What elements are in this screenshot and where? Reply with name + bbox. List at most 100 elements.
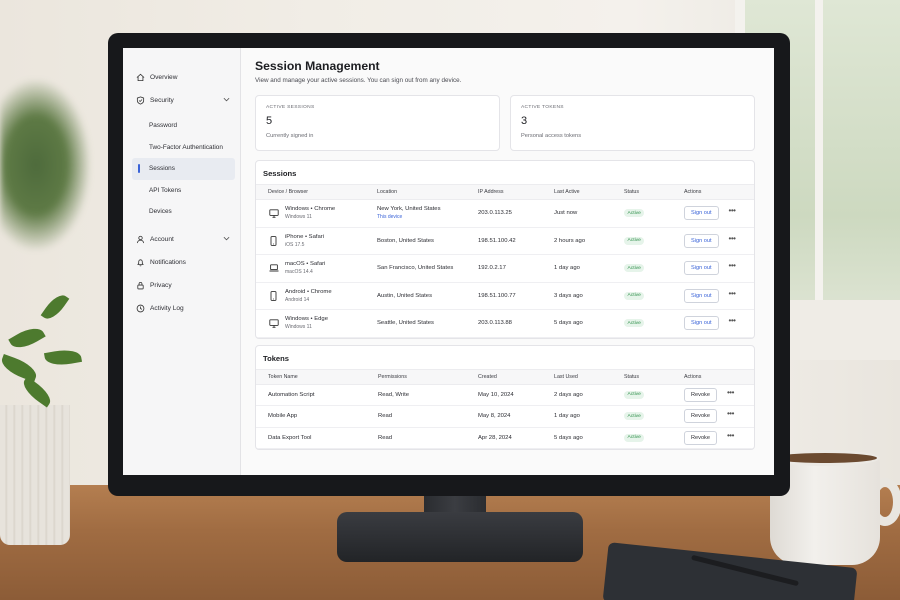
sidebar-subitem-sessions[interactable]: Sessions	[132, 158, 235, 180]
status-badge: Active	[624, 264, 645, 273]
table-row: Android • Chrome Android 14 Austin, United…	[256, 282, 754, 310]
status-cell: Active	[612, 254, 672, 283]
token-name-cell: Mobile App	[256, 405, 366, 428]
sidebar-subitem-devices[interactable]: Devices	[132, 201, 235, 223]
device-name: Windows • Edge	[285, 316, 328, 323]
more-options-icon[interactable]: •••	[727, 431, 734, 440]
sidebar-subitem-label: API Tokens	[149, 186, 182, 194]
last-used-cell: 1 day ago	[542, 405, 612, 428]
sessions-card: Sessions Device / Browser Location IP Ad…	[255, 160, 755, 339]
status-cell: Active	[612, 405, 672, 428]
sidebar-subitem-api-tokens[interactable]: API Tokens	[132, 180, 235, 202]
location-cell: Boston, United States	[365, 227, 466, 255]
token-name-cell: Automation Script	[256, 384, 366, 406]
more-options-icon[interactable]: •••	[729, 261, 736, 270]
shield-icon	[135, 96, 145, 106]
this-device-label: This device	[377, 214, 403, 221]
table-row: Automation Script Read, Write May 10, 2024…	[256, 384, 754, 406]
monitor-stand	[337, 512, 583, 562]
more-options-icon[interactable]: •••	[729, 206, 736, 215]
sessions-title: Sessions	[263, 169, 297, 178]
chevron-down-icon	[223, 236, 230, 243]
device-name: Android • Chrome	[285, 288, 332, 295]
device-cell: Android • Chrome Android 14	[256, 282, 365, 310]
home-icon	[135, 73, 145, 83]
sidebar-item-account[interactable]: Account	[123, 228, 240, 251]
more-options-icon[interactable]: •••	[729, 316, 736, 325]
plant-pot	[0, 405, 70, 545]
stats-row: ACTIVE SESSIONS 5 Currently signed in AC…	[255, 95, 755, 151]
laptop-icon	[268, 264, 279, 272]
table-row: Windows • Chrome Windows 11 New York, Unit…	[256, 199, 754, 228]
table-row: Data Export Tool Read Apr 28, 2024 5 days a…	[256, 427, 754, 449]
revoke-button[interactable]: Revoke	[684, 409, 717, 424]
location-cell: Seattle, United States	[365, 309, 466, 338]
location-text: New York, United States	[377, 206, 441, 213]
sidebar-item-label: Privacy	[150, 281, 172, 289]
sidebar-item-label: Security	[150, 97, 174, 104]
location-cell: Austin, United States	[365, 282, 466, 310]
ip-cell: 198.51.100.42	[466, 227, 542, 255]
table-row: Windows • Edge Windows 11 Seattle, United …	[256, 309, 754, 338]
main-content: Session Management View and manage your …	[241, 48, 774, 475]
sidebar-item-label: Notifications	[150, 258, 186, 266]
column-header: Permissions	[366, 368, 466, 385]
sign-out-button[interactable]: Sign out	[684, 288, 719, 303]
sign-out-button[interactable]: Sign out	[684, 233, 719, 248]
sign-out-button[interactable]: Sign out	[684, 206, 719, 221]
status-badge: Active	[624, 209, 645, 218]
actions-cell: Revoke •••	[672, 405, 754, 428]
actions-cell: Revoke •••	[672, 384, 754, 406]
monitor-icon	[268, 319, 279, 328]
status-badge: Active	[624, 319, 645, 328]
stat-card-active-tokens: ACTIVE TOKENS 3 Personal access tokens	[510, 95, 755, 151]
revoke-button[interactable]: Revoke	[684, 430, 717, 445]
tokens-title: Tokens	[263, 353, 290, 363]
last-active-cell: 2 hours ago	[542, 227, 612, 255]
column-header: Last Active	[542, 184, 612, 200]
sidebar-item-overview[interactable]: Overview	[123, 66, 240, 89]
table-header-row: Token Name Permissions Created Last Used…	[256, 368, 754, 385]
device-name: macOS • Safari	[285, 261, 326, 268]
sidebar-item-security[interactable]: Security	[123, 89, 240, 112]
status-badge: Active	[624, 291, 645, 300]
status-cell: Active	[612, 282, 672, 310]
more-options-icon[interactable]: •••	[729, 289, 736, 298]
more-options-icon[interactable]: •••	[729, 234, 736, 243]
sidebar-subitem-label: Two-Factor Authentication	[149, 143, 223, 151]
more-options-icon[interactable]: •••	[727, 388, 734, 397]
permissions-cell: Read	[366, 427, 466, 449]
sidebar-item-label: Activity Log	[150, 304, 184, 312]
location-text: Boston, United States	[377, 237, 434, 244]
sidebar-subitem-password[interactable]: Password	[132, 115, 235, 137]
sign-out-button[interactable]: Sign out	[684, 261, 719, 276]
ip-cell: 192.0.2.17	[466, 254, 542, 283]
created-cell: Apr 28, 2024	[466, 427, 542, 449]
phone-icon	[268, 235, 279, 246]
user-icon	[135, 234, 145, 244]
tokens-table: Token Name Permissions Created Last Used…	[256, 368, 754, 450]
tokens-card: Tokens Token Name Permissions Created La…	[255, 344, 755, 450]
last-active-cell: 1 day ago	[542, 254, 612, 283]
sidebar-item-label: Overview	[150, 74, 178, 81]
last-active-cell: 5 days ago	[542, 309, 612, 338]
more-options-icon[interactable]: •••	[727, 409, 734, 418]
sidebar: Overview Security Password Two-Factor Au…	[123, 48, 241, 475]
sidebar-item-privacy[interactable]: Privacy	[123, 274, 240, 297]
revoke-button[interactable]: Revoke	[684, 387, 717, 402]
column-header: IP Address	[466, 184, 542, 200]
token-name-cell: Data Export Tool	[256, 427, 366, 449]
location-text: Seattle, United States	[377, 320, 434, 327]
sidebar-item-activity-log[interactable]: Activity Log	[123, 297, 240, 320]
sidebar-subitem-two-factor[interactable]: Two-Factor Authentication	[132, 137, 235, 159]
sign-out-button[interactable]: Sign out	[684, 316, 719, 331]
stat-caption: Personal access tokens	[521, 133, 582, 139]
permissions-cell: Read, Write	[366, 384, 466, 406]
location-text: San Francisco, United States	[377, 265, 454, 272]
location-cell: New York, United States This device	[365, 199, 466, 228]
sidebar-item-label: Account	[150, 235, 174, 243]
actions-cell: Sign out •••	[672, 282, 754, 310]
page-subtitle: View and manage your active sessions. Yo…	[255, 77, 462, 84]
sidebar-item-notifications[interactable]: Notifications	[123, 251, 240, 274]
sidebar-subitem-label: Sessions	[149, 165, 175, 173]
